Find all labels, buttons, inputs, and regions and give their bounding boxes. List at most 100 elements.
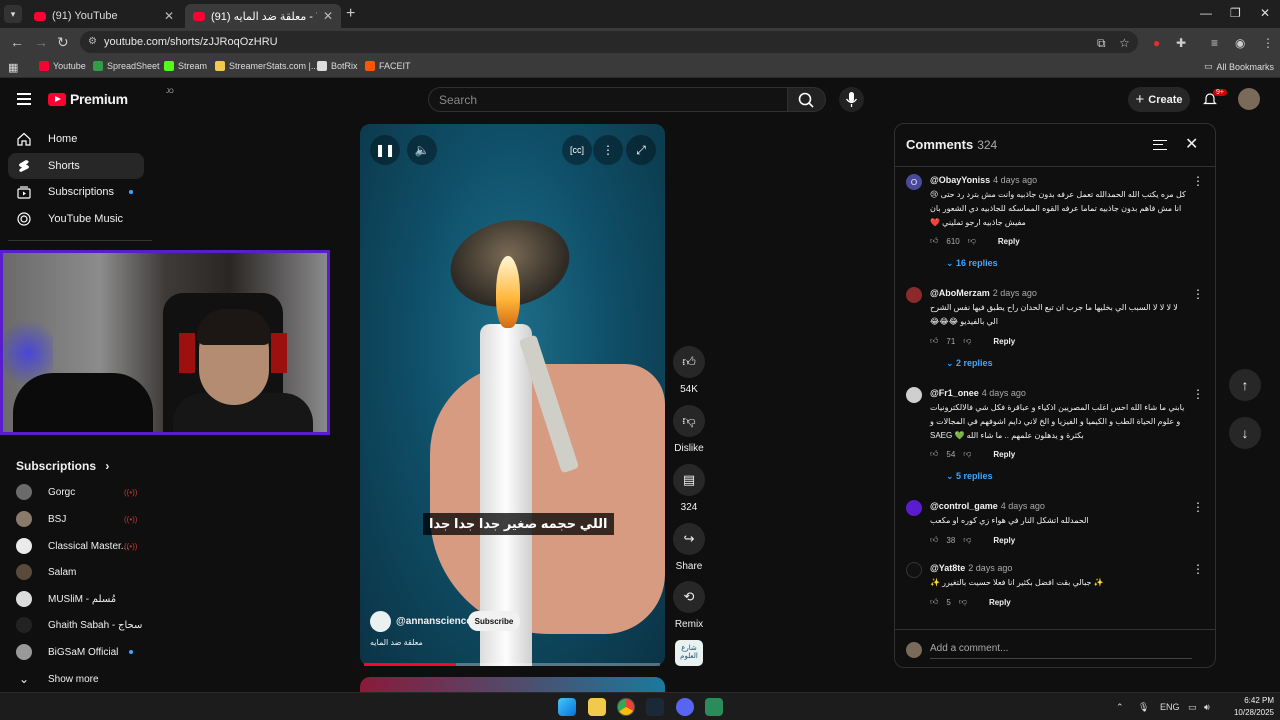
comment-menu-icon[interactable]: ⋮ (1192, 287, 1204, 301)
subscription-item[interactable]: BSJ ((•)) (16, 509, 144, 529)
new-tab-icon[interactable]: + (346, 5, 355, 23)
install-app-icon[interactable]: ⧉ (1097, 36, 1106, 51)
browser-tab-short[interactable]: (91) معلقة ضد المايه - YouTube ✕ (185, 4, 341, 28)
comments-button[interactable]: ▤ 324 (672, 464, 706, 513)
network-icon[interactable]: ▭ (1188, 702, 1197, 713)
sound-thumbnail[interactable]: شارع العلوم (675, 640, 703, 666)
subscriptions-heading[interactable]: Subscriptions › (16, 459, 109, 473)
thumbs-up-icon[interactable]: 👍︎ (930, 336, 938, 346)
create-button[interactable]: + Create (1128, 87, 1190, 112)
extensions-icon[interactable]: ✚ (1176, 36, 1186, 50)
sidebar-item-shorts[interactable]: Shorts (8, 153, 144, 179)
subscription-item[interactable]: Salam (16, 562, 144, 582)
volume-icon[interactable]: 🔊︎ (1204, 702, 1210, 713)
show-more-button[interactable]: ⌄ Show more (16, 669, 144, 689)
remix-button[interactable]: ⟲ Remix (672, 581, 706, 630)
search-button[interactable] (788, 87, 826, 112)
close-tab-icon[interactable]: ✕ (164, 9, 174, 23)
reply-button[interactable]: Reply (989, 598, 1011, 607)
subscription-item[interactable]: BiGSaM Official (16, 642, 144, 662)
short-video-player[interactable]: ❚❚ 🔈 [cc] ⋮ ⤢ (360, 124, 665, 666)
reply-button[interactable]: Reply (993, 337, 1015, 346)
thumbs-down-icon[interactable]: 👎︎ (968, 236, 976, 246)
commenter-avatar[interactable] (906, 500, 922, 516)
view-replies-button[interactable]: ⌄ 16 replies (946, 258, 998, 269)
tray-overflow-icon[interactable]: ⌃ (1116, 702, 1124, 713)
channel-handle[interactable]: @annanscience (396, 616, 472, 627)
bookmark-streamerstats[interactable]: StreamerStats.com |... (215, 61, 318, 71)
youtube-logo[interactable]: Premium JO (48, 89, 174, 107)
language-indicator[interactable]: ENG (1160, 702, 1180, 712)
bookmark-star-icon[interactable]: ☆ (1119, 36, 1130, 50)
restore-icon[interactable]: ❐ (1230, 6, 1241, 20)
commenter-avatar[interactable] (906, 562, 922, 578)
tray-mic-icon[interactable]: 🎙︎ (1138, 702, 1149, 713)
next-short-preview[interactable] (360, 677, 665, 692)
voice-search-button[interactable] (839, 87, 864, 112)
sidebar-item-youtube-music[interactable]: YouTube Music (8, 206, 144, 232)
reply-button[interactable]: Reply (993, 450, 1015, 459)
reload-icon[interactable]: ↻ (57, 34, 69, 51)
comment-author[interactable]: @Yat8te 2 days ago (930, 563, 1012, 573)
thumbs-up-icon[interactable]: 👍︎ (930, 597, 938, 607)
sidebar-item-subscriptions[interactable]: Subscriptions (8, 179, 144, 205)
thumbs-down-icon[interactable]: 👎︎ (963, 336, 971, 346)
captions-button[interactable]: [cc] (562, 135, 592, 165)
system-clock[interactable]: 6:42 PM 10/28/2025 (1222, 695, 1274, 719)
bookmark-botrix[interactable]: BotRix (317, 61, 358, 71)
comment-author[interactable]: @control_game 4 days ago (930, 501, 1045, 511)
thumbs-down-icon[interactable]: 👎︎ (963, 535, 971, 545)
search-input[interactable]: Search (428, 87, 788, 112)
browser-tab-youtube[interactable]: (91) YouTube ✕ (26, 4, 182, 28)
chrome-icon[interactable] (617, 698, 635, 716)
sidebar-item-home[interactable]: Home (8, 126, 144, 152)
minimize-icon[interactable]: — (1200, 6, 1212, 20)
sort-icon[interactable] (1153, 140, 1167, 150)
video-progress-bar[interactable] (364, 663, 660, 666)
thumbs-up-icon[interactable]: 👍︎ (930, 236, 938, 246)
url-bar[interactable]: ⚙ youtube.com/shorts/zJJRoqOzHRU (80, 31, 1138, 53)
apps-grid-icon[interactable]: ▦ (8, 61, 18, 74)
thumbs-up-icon[interactable]: 👍︎ (930, 449, 938, 459)
next-short-button[interactable]: ↓ (1229, 417, 1261, 449)
file-explorer-icon[interactable] (588, 698, 606, 716)
thumbs-down-icon[interactable]: 👎︎ (959, 597, 967, 607)
tab-search-button[interactable]: ▾ (4, 5, 22, 23)
bookmark-spreadsheet[interactable]: SpreadSheet (93, 61, 160, 71)
site-info-icon[interactable]: ⚙ (88, 36, 97, 47)
channel-avatar[interactable] (370, 611, 391, 632)
volume-button[interactable]: 🔈 (407, 135, 437, 165)
comment-author[interactable]: @Fr1_onee 4 days ago (930, 388, 1026, 398)
comment-menu-icon[interactable]: ⋮ (1192, 500, 1204, 514)
short-title[interactable]: معلقة ضد المايه (370, 638, 423, 647)
profile-icon[interactable]: ◉ (1235, 36, 1245, 50)
close-window-icon[interactable]: ✕ (1260, 6, 1270, 20)
comment-menu-icon[interactable]: ⋮ (1192, 562, 1204, 576)
discord-icon[interactable] (676, 698, 694, 716)
commenter-avatar[interactable] (906, 287, 922, 303)
app-icon[interactable] (705, 698, 723, 716)
reply-button[interactable]: Reply (998, 237, 1020, 246)
subscribe-button[interactable]: Subscribe (468, 611, 520, 631)
thumbs-down-icon[interactable]: 👎︎ (963, 449, 971, 459)
subscription-item[interactable]: MUSliM - مُسلم (16, 589, 144, 609)
all-bookmarks[interactable]: ▭ All Bookmarks (1204, 61, 1274, 72)
fullscreen-button[interactable]: ⤢ (626, 135, 656, 165)
comment-author[interactable]: @AboMerzam 2 days ago (930, 288, 1037, 298)
bookmark-youtube[interactable]: Youtube (39, 61, 86, 71)
start-icon[interactable] (558, 698, 576, 716)
menu-icon[interactable] (17, 93, 31, 105)
steam-icon[interactable] (646, 698, 664, 716)
media-control-icon[interactable]: ≡ (1211, 36, 1218, 50)
account-avatar[interactable] (1238, 88, 1260, 110)
subscription-item[interactable]: Ghaith Sabah - سحاج (16, 615, 144, 635)
add-comment-input[interactable]: Add a comment... (930, 643, 1192, 659)
more-options-button[interactable]: ⋮ (593, 135, 623, 165)
extension-red-icon[interactable]: ● (1153, 36, 1160, 50)
pause-button[interactable]: ❚❚ (370, 135, 400, 165)
comment-menu-icon[interactable]: ⋮ (1192, 387, 1204, 401)
share-button[interactable]: ↪ Share (672, 523, 706, 572)
previous-short-button[interactable]: ↑ (1229, 369, 1261, 401)
subscription-item[interactable]: Gorgc ((•)) (16, 482, 144, 502)
subscription-item[interactable]: Classical Master... ((•)) (16, 536, 144, 556)
